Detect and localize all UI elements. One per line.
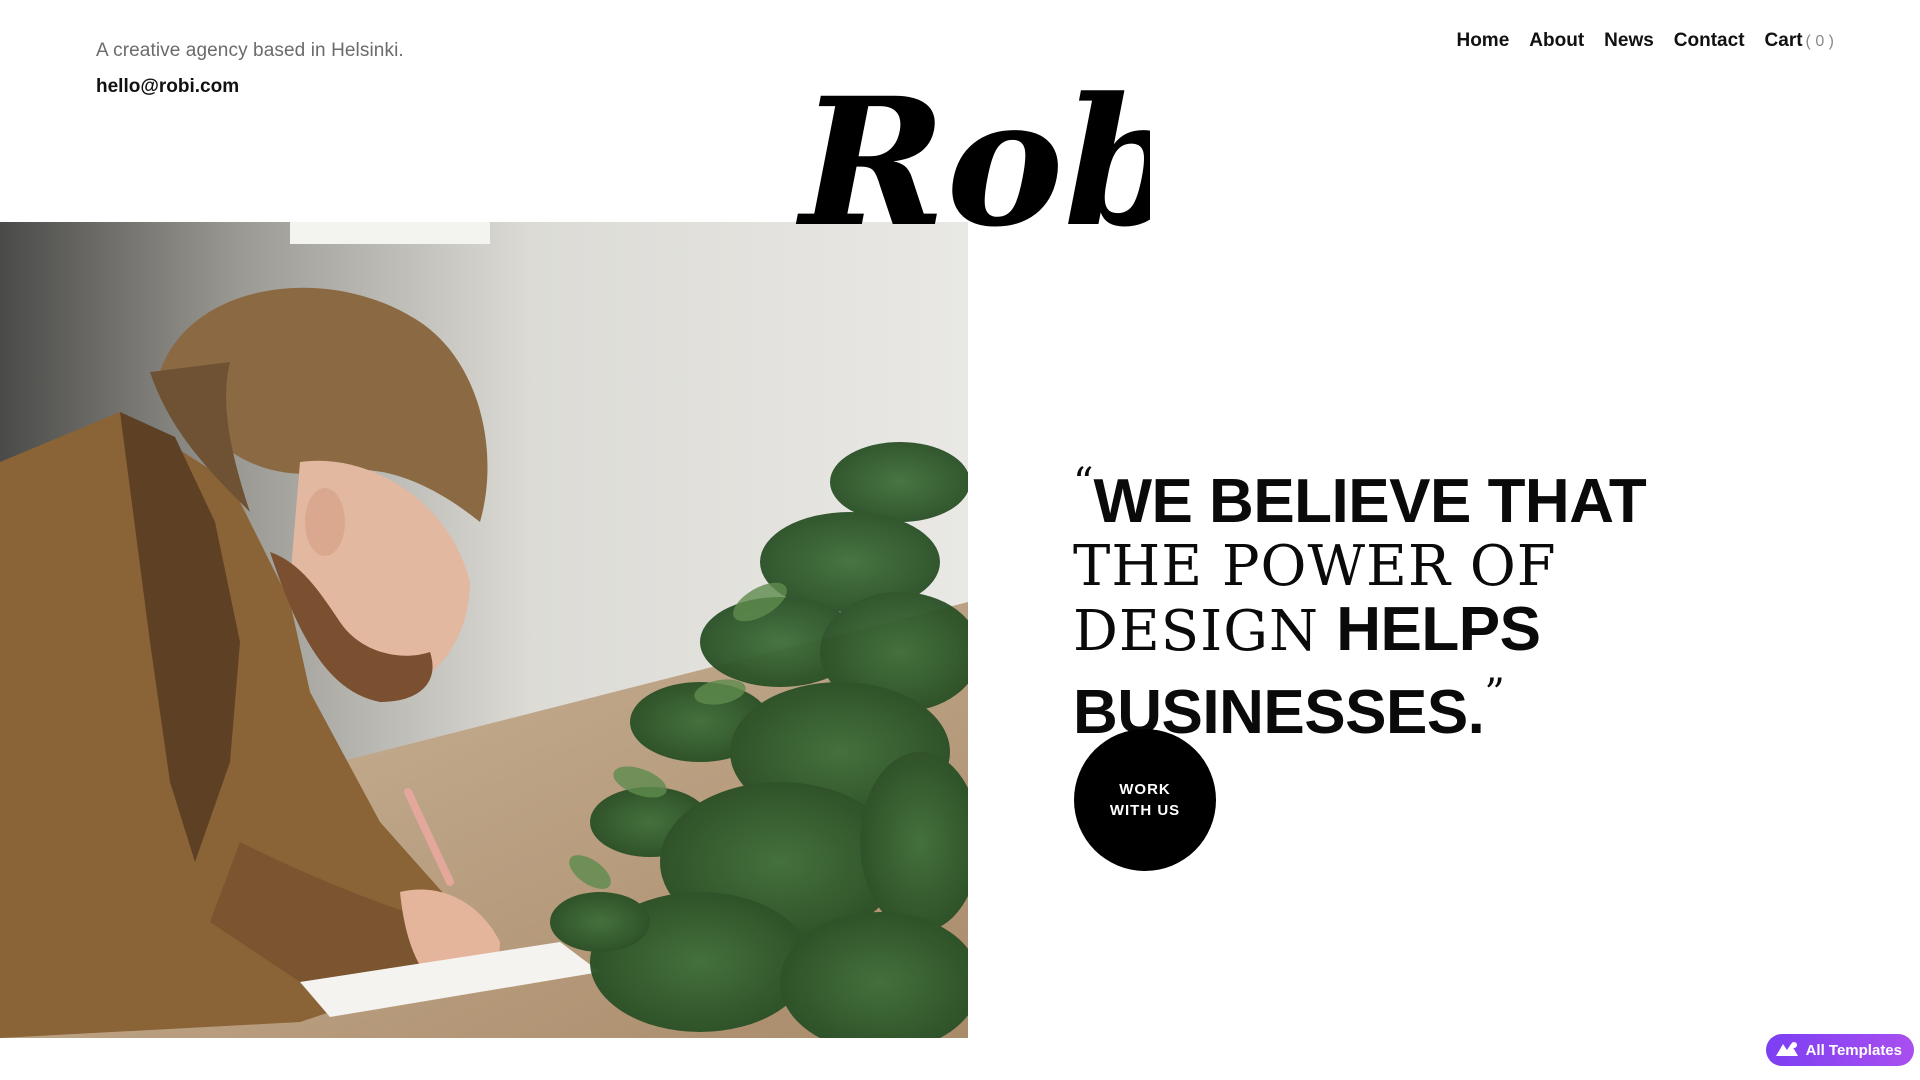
nav-about-link[interactable]: About	[1529, 30, 1584, 52]
quote-close-mark: ”	[1484, 671, 1505, 717]
email-link[interactable]: hello@robi.com	[96, 76, 404, 98]
nav-cart-link[interactable]: Cart( 0 )	[1765, 30, 1834, 52]
roby-logo[interactable]: Roby	[790, 54, 1150, 294]
tagline: A creative agency based in Helsinki.	[96, 40, 404, 61]
all-templates-badge[interactable]: All Templates	[1765, 1034, 1914, 1066]
header-info: A creative agency based in Helsinki. hel…	[96, 40, 404, 98]
hero-photo	[0, 222, 968, 1038]
cart-label: Cart	[1764, 30, 1803, 51]
templates-icon	[1775, 1042, 1798, 1056]
hero-photo-illustration	[0, 222, 968, 1038]
nav-news-link[interactable]: News	[1604, 30, 1654, 52]
hero-quote: “WE BELIEVE THAT THE POWER OF DESIGN HEL…	[1073, 452, 1793, 744]
work-with-us-button[interactable]: WORK WITH US	[1074, 729, 1216, 871]
main-nav: Home About News Contact Cart( 0 )	[1456, 30, 1834, 52]
quote-part-1: WE BELIEVE THAT	[1093, 467, 1647, 536]
nav-contact-link[interactable]: Contact	[1674, 30, 1745, 52]
cart-count: ( 0 )	[1805, 33, 1834, 50]
all-templates-label: All Templates	[1805, 1041, 1902, 1059]
quote-open-mark: “	[1073, 460, 1094, 506]
cta-label: WORK WITH US	[1109, 781, 1181, 819]
logo-text: Roby	[795, 59, 1150, 266]
nav-home-link[interactable]: Home	[1456, 30, 1509, 52]
